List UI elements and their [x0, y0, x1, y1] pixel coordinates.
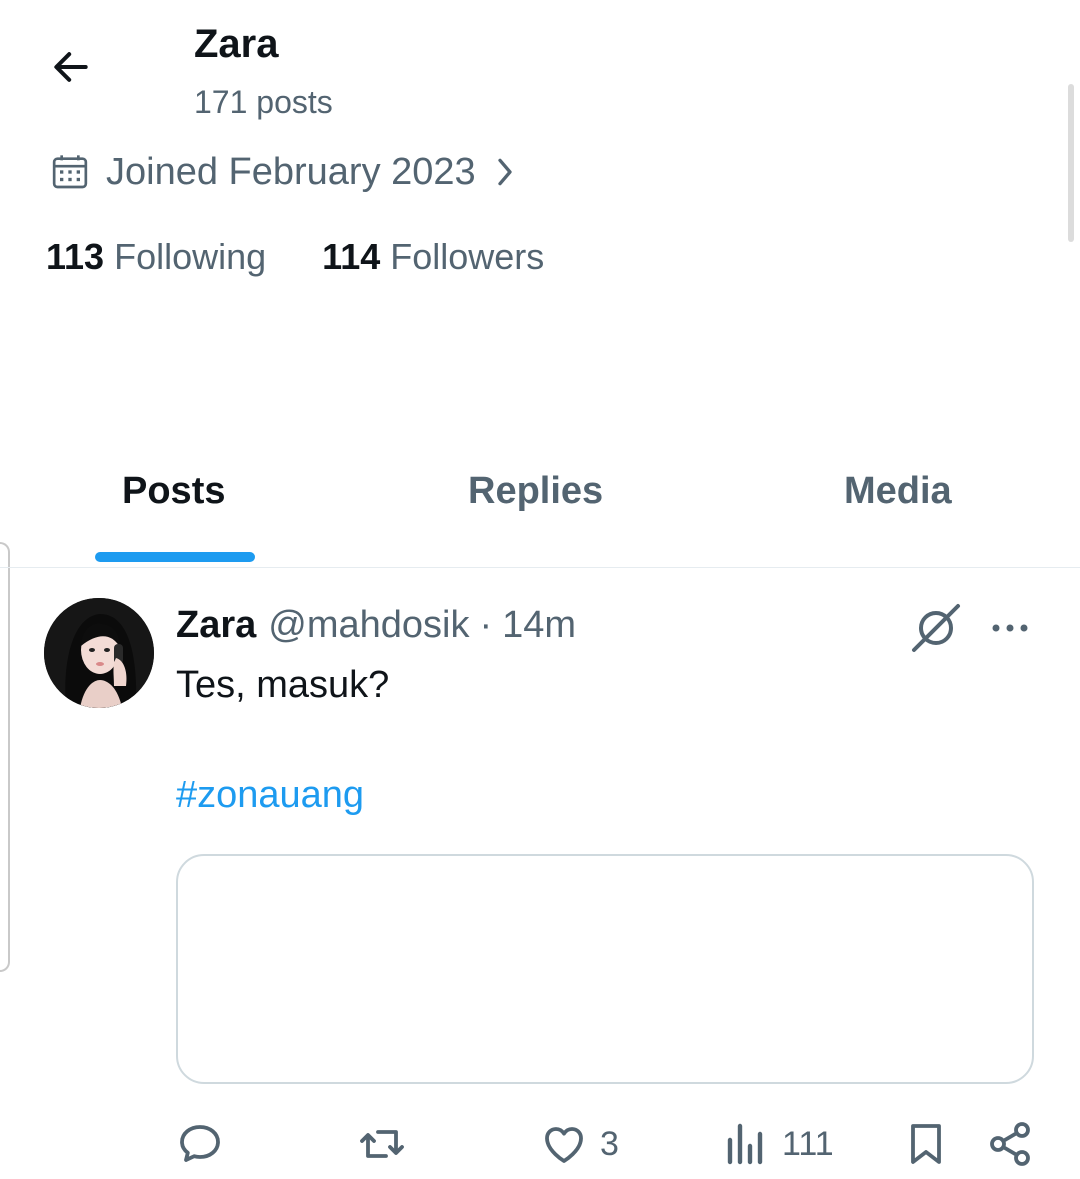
post-text: Tes, masuk? [176, 664, 390, 706]
like-button[interactable]: 3 [540, 1118, 619, 1170]
post-author-handle[interactable]: @mahdosik [268, 604, 469, 647]
back-button[interactable] [40, 36, 102, 98]
share-button[interactable] [986, 1118, 1034, 1170]
follow-stats: 113 Following 114 Followers [46, 236, 544, 278]
like-count: 3 [600, 1124, 619, 1163]
side-panel-edge [0, 542, 10, 972]
following-label: Following [114, 236, 267, 277]
tab-posts[interactable]: Posts [122, 470, 225, 513]
joined-date-row[interactable]: Joined February 2023 [50, 148, 518, 196]
repost-icon [360, 1130, 404, 1158]
header-post-count: 171 posts [194, 84, 333, 120]
scrollbar[interactable] [1068, 84, 1074, 242]
following-link[interactable]: 113 Following [46, 236, 266, 278]
calendar-icon [52, 155, 88, 189]
followers-count: 114 [322, 236, 381, 277]
more-icon[interactable] [988, 610, 1032, 646]
avatar[interactable] [44, 598, 154, 708]
post-media-card[interactable] [176, 854, 1034, 1084]
post-header: Zara @mahdosik · 14m [176, 604, 576, 647]
back-arrow-icon [54, 52, 88, 82]
reply-icon [180, 1125, 220, 1162]
grok-icon[interactable] [908, 600, 964, 656]
profile-tabs: Posts Replies Media [0, 440, 1080, 568]
profile-page: Zara 171 posts Joined February 2023 113 … [0, 0, 1080, 1179]
followers-label: Followers [390, 236, 545, 277]
bookmark-button[interactable] [902, 1118, 950, 1170]
active-tab-indicator [95, 552, 255, 562]
share-icon [990, 1122, 1030, 1166]
post-timestamp[interactable]: 14m [502, 604, 576, 647]
reply-button[interactable] [176, 1118, 236, 1170]
views-icon [727, 1123, 763, 1165]
tab-replies[interactable]: Replies [468, 470, 603, 513]
like-icon [545, 1127, 583, 1163]
header-title: Zara [194, 22, 279, 66]
joined-date-text: Joined February 2023 [106, 150, 476, 193]
chevron-right-icon [498, 158, 512, 186]
post-hashtag-link[interactable]: #zonauang [176, 774, 364, 817]
bookmark-icon [911, 1124, 941, 1164]
views-count: 111 [782, 1124, 834, 1163]
post-author-name[interactable]: Zara [176, 604, 256, 647]
avatar-image [44, 598, 154, 708]
repost-button[interactable] [358, 1118, 418, 1170]
post-separator: · [479, 604, 493, 646]
following-count: 113 [46, 236, 105, 277]
tab-media[interactable]: Media [844, 470, 952, 513]
views-button[interactable]: 111 [722, 1118, 834, 1170]
followers-link[interactable]: 114 Followers [322, 236, 544, 278]
